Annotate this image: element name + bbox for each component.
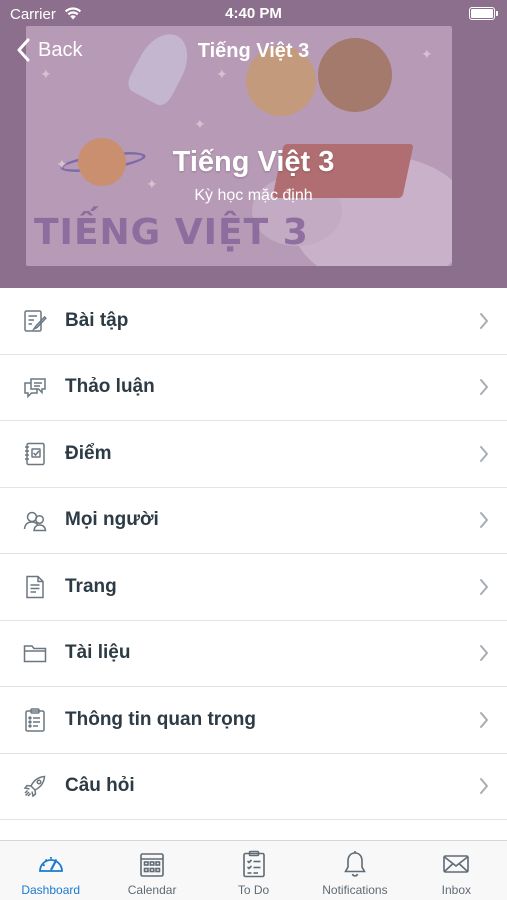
- course-header: ✦ ✦ ✦ ✦ ✦ ✦ TIẾNG VIỆT 3 Carrier 4:40 PM: [0, 0, 507, 288]
- tab-todo[interactable]: To Do: [203, 841, 304, 900]
- calendar-icon: [140, 853, 164, 877]
- menu-item-label: Trang: [65, 575, 117, 597]
- menu-item-pages[interactable]: Trang: [0, 554, 507, 621]
- banner-text: TIẾNG VIỆT 3: [34, 212, 309, 253]
- folder-icon: [21, 639, 49, 667]
- menu-item-grades[interactable]: Điểm: [0, 421, 507, 488]
- chevron-right-icon: [480, 379, 488, 396]
- course-screen: ✦ ✦ ✦ ✦ ✦ ✦ TIẾNG VIỆT 3 Carrier 4:40 PM: [0, 0, 507, 900]
- menu-item-label: Mọi người: [65, 509, 159, 531]
- menu-item-label: Thông tin quan trọng: [65, 708, 257, 730]
- menu-item-files[interactable]: Tài liệu: [0, 620, 507, 687]
- tab-label: Calendar: [127, 883, 177, 897]
- navigation-bar: Back Tiếng Việt 3: [0, 36, 507, 68]
- menu-item-assignments[interactable]: Bài tập: [0, 288, 507, 355]
- star-icon: ✦: [40, 66, 52, 82]
- bell-icon: [344, 851, 366, 877]
- status-time: 4:40 PM: [225, 5, 282, 22]
- todo-icon: [242, 850, 265, 878]
- menu-item-label: Thảo luận: [65, 376, 155, 398]
- chevron-right-icon: [480, 778, 488, 795]
- menu-item-syllabus[interactable]: Thông tin quan trọng: [0, 687, 507, 754]
- tab-bar: Dashboard Calendar To Do Notifications I…: [0, 840, 507, 900]
- course-menu: Bài tập Thảo luận Điểm Mọi người Trang T…: [0, 288, 507, 820]
- tab-dashboard[interactable]: Dashboard: [0, 841, 101, 900]
- tab-notifications[interactable]: Notifications: [304, 841, 405, 900]
- menu-item-discussions[interactable]: Thảo luận: [0, 354, 507, 421]
- chevron-right-icon: [480, 445, 488, 462]
- battery-icon: [469, 7, 498, 20]
- rocket-icon: [21, 772, 49, 800]
- tab-label: Notifications: [322, 883, 388, 897]
- status-bar: Carrier 4:40 PM: [0, 0, 507, 28]
- course-term: Kỳ học mặc định: [194, 187, 313, 204]
- chevron-right-icon: [480, 645, 488, 662]
- menu-item-quizzes[interactable]: Câu hỏi: [0, 753, 507, 820]
- assignments-icon: [21, 307, 49, 335]
- tab-calendar[interactable]: Calendar: [101, 841, 202, 900]
- tab-label: To Do: [237, 883, 270, 897]
- star-icon: ✦: [216, 66, 228, 82]
- chevron-right-icon: [480, 578, 488, 595]
- chevron-right-icon: [480, 512, 488, 529]
- dashboard-icon: [38, 857, 63, 872]
- people-icon: [21, 506, 49, 534]
- star-icon: ✦: [194, 116, 206, 132]
- nav-title: Tiếng Việt 3: [197, 40, 310, 62]
- menu-item-label: Tài liệu: [65, 642, 131, 664]
- inbox-icon: [443, 855, 470, 873]
- tab-label: Dashboard: [21, 883, 81, 897]
- discussions-icon: [21, 373, 49, 401]
- menu-item-people[interactable]: Mọi người: [0, 487, 507, 554]
- syllabus-icon: [21, 706, 49, 734]
- chevron-right-icon: [480, 711, 488, 728]
- course-title: Tiếng Việt 3: [172, 146, 335, 178]
- menu-item-label: Điểm: [65, 442, 112, 464]
- pages-icon: [21, 573, 49, 601]
- tab-label: Inbox: [441, 883, 471, 897]
- grades-icon: [21, 440, 49, 468]
- tab-inbox[interactable]: Inbox: [406, 841, 507, 900]
- chevron-right-icon: [480, 312, 488, 329]
- menu-item-label: Bài tập: [65, 309, 129, 331]
- menu-item-label: Câu hỏi: [65, 775, 135, 797]
